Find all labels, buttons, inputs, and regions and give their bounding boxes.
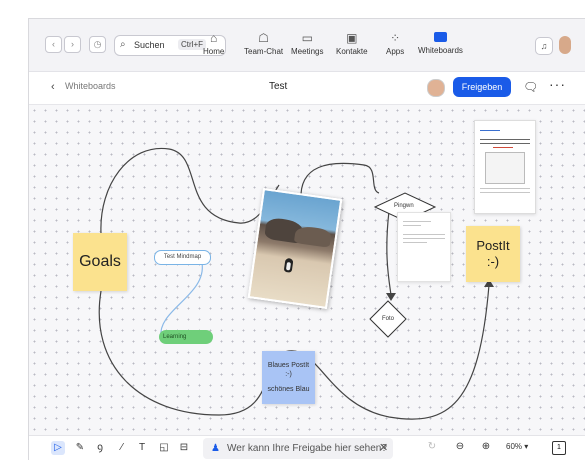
doc-line [480, 192, 530, 193]
doc-line [403, 238, 445, 239]
tab-team-chat-label: Team-Chat [244, 47, 284, 56]
zoom-level-dropdown[interactable]: 60% ▾ [506, 442, 528, 451]
doc-figure [485, 152, 525, 184]
doc-line [403, 225, 421, 226]
doc-line [493, 147, 513, 148]
diamond-foto-label: Foto [382, 316, 395, 322]
document-thumbnail[interactable] [474, 120, 536, 214]
photo-penguin [283, 257, 294, 273]
tab-apps[interactable]: ⁘ Apps [386, 31, 404, 56]
blue-note-line-3: schönes Blau [267, 386, 310, 393]
photo-rock [293, 224, 332, 248]
share-visibility-text: Wer kann Ihre Freigabe hier sehen? [227, 443, 387, 454]
blue-note-line-2: :-) [285, 371, 292, 378]
close-icon[interactable]: ✕ [379, 438, 388, 459]
connector-goals-photo [100, 147, 280, 234]
pen-tool-icon[interactable]: ✎ [73, 441, 87, 455]
app-window: ‹ › ◷ ⌕ Suchen Ctrl+F ⌂ Home ☖ Team-Chat… [28, 18, 585, 460]
doc-line [480, 139, 530, 140]
doc-line [480, 188, 530, 189]
tab-kontakte-label: Kontakte [336, 47, 368, 56]
whiteboard-canvas[interactable]: Goals PostIt :-) Blaues PostIt :-) schön… [29, 105, 585, 435]
tab-home[interactable]: ⌂ Home [203, 31, 224, 56]
lasso-tool-icon[interactable]: ꝯ [93, 441, 107, 455]
doc-line [403, 234, 445, 235]
notification-bell-icon[interactable]: ♫ [535, 37, 553, 55]
connector-pinguin-foto [386, 210, 392, 296]
text-tool-icon[interactable]: T [135, 441, 149, 455]
sticky-tool-icon[interactable]: ◱ [157, 441, 171, 455]
back-to-whiteboards-link[interactable]: Whiteboards [65, 81, 116, 91]
chevron-left-icon[interactable]: ‹ [51, 81, 55, 93]
doc-line [403, 221, 431, 222]
tab-apps-label: Apps [386, 47, 405, 56]
template-tool-icon[interactable]: ⊟ [177, 441, 191, 455]
search-label: Suchen [134, 40, 165, 50]
tab-meetings-label: Meetings [291, 47, 324, 56]
whiteboard-header: ‹ Whiteboards Test Freigeben 🗨 ··· [29, 72, 585, 105]
apps-icon: ⁘ [390, 31, 401, 45]
contacts-icon: ▣ [346, 31, 358, 45]
postit-line-1: PostIt [476, 238, 510, 253]
doc-line [480, 143, 530, 144]
whiteboard-title: Test [269, 81, 288, 92]
zoom-out-icon[interactable]: ⊖ [453, 441, 467, 452]
search-icon: ⌕ [120, 39, 126, 50]
history-icon[interactable]: ◷ [89, 36, 106, 53]
arrowhead-foto [386, 293, 396, 301]
select-tool-icon[interactable]: ▷ [51, 441, 65, 455]
sticky-note-goals[interactable]: Goals [73, 233, 127, 291]
sticky-note-blue[interactable]: Blaues PostIt :-) schönes Blau [262, 351, 315, 404]
doc-line [480, 130, 500, 131]
zoom-in-icon[interactable]: ⊕ [479, 441, 493, 452]
zoom-level: 60% [506, 442, 523, 451]
mindmap-child-node[interactable]: Learning [159, 330, 213, 344]
page-indicator-icon[interactable]: 1 [552, 441, 566, 455]
share-visibility-notice: ♟ Wer kann Ihre Freigabe hier sehen? ✕ [203, 438, 393, 459]
tab-home-label: Home [203, 47, 225, 56]
postit-line-2: :-) [486, 254, 500, 269]
forward-nav-icon[interactable]: › [64, 36, 81, 53]
tab-kontakte[interactable]: ▣ Kontakte [336, 31, 368, 56]
tab-meetings[interactable]: ▭ Meetings [291, 31, 323, 56]
mindmap-connector [160, 262, 203, 338]
tab-whiteboards-label: Whiteboards [418, 46, 463, 55]
more-options-icon[interactable]: ··· [549, 76, 566, 92]
video-icon: ▭ [301, 31, 313, 45]
home-icon: ⌂ [210, 31, 218, 45]
share-button[interactable]: Freigeben [453, 77, 511, 97]
tab-team-chat[interactable]: ☖ Team-Chat [244, 31, 283, 56]
diamond-pinguin-label: Pingwn [394, 203, 414, 209]
bottom-toolbar: ▷ ✎ ꝯ ⁄ T ◱ ⊟ ♟ Wer kann Ihre Freigabe h… [29, 435, 585, 460]
app-top-bar: ‹ › ◷ ⌕ Suchen Ctrl+F ⌂ Home ☖ Team-Chat… [29, 19, 585, 72]
back-nav-icon[interactable]: ‹ [45, 36, 62, 53]
collaborator-avatar[interactable] [427, 79, 445, 97]
document-page-thumbnail[interactable] [397, 212, 451, 282]
tab-whiteboards[interactable]: Whiteboards [418, 31, 463, 55]
mindmap-node[interactable]: Test Mindmap [154, 250, 211, 265]
chat-icon: ☖ [258, 31, 269, 45]
whiteboard-icon [433, 32, 447, 42]
blue-note-line-1: Blaues PostIt [267, 362, 310, 369]
redo-icon[interactable]: ↻ [425, 441, 439, 452]
line-tool-icon[interactable]: ⁄ [115, 441, 129, 455]
penguin-photo[interactable] [247, 187, 343, 310]
search-shortcut: Ctrl+F [178, 39, 206, 50]
people-icon: ♟ [211, 443, 220, 454]
user-avatar[interactable] [559, 36, 571, 54]
comment-icon[interactable]: 🗨 [523, 80, 538, 94]
doc-line [403, 242, 427, 243]
sticky-note-postit[interactable]: PostIt :-) [466, 226, 520, 282]
